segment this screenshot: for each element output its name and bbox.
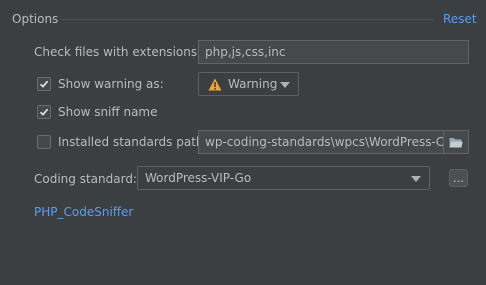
folder-icon <box>449 138 463 148</box>
show-warning-checkbox[interactable] <box>37 77 51 91</box>
extensions-label: Check files with extensions: <box>34 45 202 59</box>
checkmark-icon <box>39 80 49 88</box>
phpcodesniffer-link[interactable]: PHP_CodeSniffer <box>34 204 133 220</box>
more-options-button[interactable]: ... <box>449 169 468 187</box>
chevron-down-icon <box>411 176 421 182</box>
coding-standard-value: WordPress-VIP-Go <box>145 171 252 185</box>
extensions-field[interactable]: php,js,css,inc <box>198 40 469 64</box>
checkmark-icon <box>39 108 49 116</box>
chevron-down-icon <box>280 82 290 88</box>
reset-link[interactable]: Reset <box>443 11 477 27</box>
options-section-title: Options <box>12 12 59 26</box>
coding-standard-dropdown[interactable]: WordPress-VIP-Go <box>137 166 430 190</box>
section-divider <box>61 19 433 20</box>
browse-folder-button[interactable] <box>444 130 469 154</box>
warning-triangle-icon <box>208 78 222 91</box>
coding-standard-label: Coding standard: <box>34 172 137 186</box>
show-sniff-checkbox[interactable] <box>37 105 51 119</box>
standards-path-label: Installed standards path: <box>58 135 208 149</box>
standards-path-checkbox[interactable] <box>37 135 51 149</box>
warning-level-dropdown[interactable]: Warning <box>198 72 299 96</box>
show-sniff-label: Show sniff name <box>58 105 158 119</box>
show-warning-label: Show warning as: <box>58 77 164 91</box>
standards-path-field[interactable]: wp-coding-standards\wpcs\WordPress-Core <box>198 130 444 154</box>
warning-level-value: Warning <box>228 77 278 91</box>
